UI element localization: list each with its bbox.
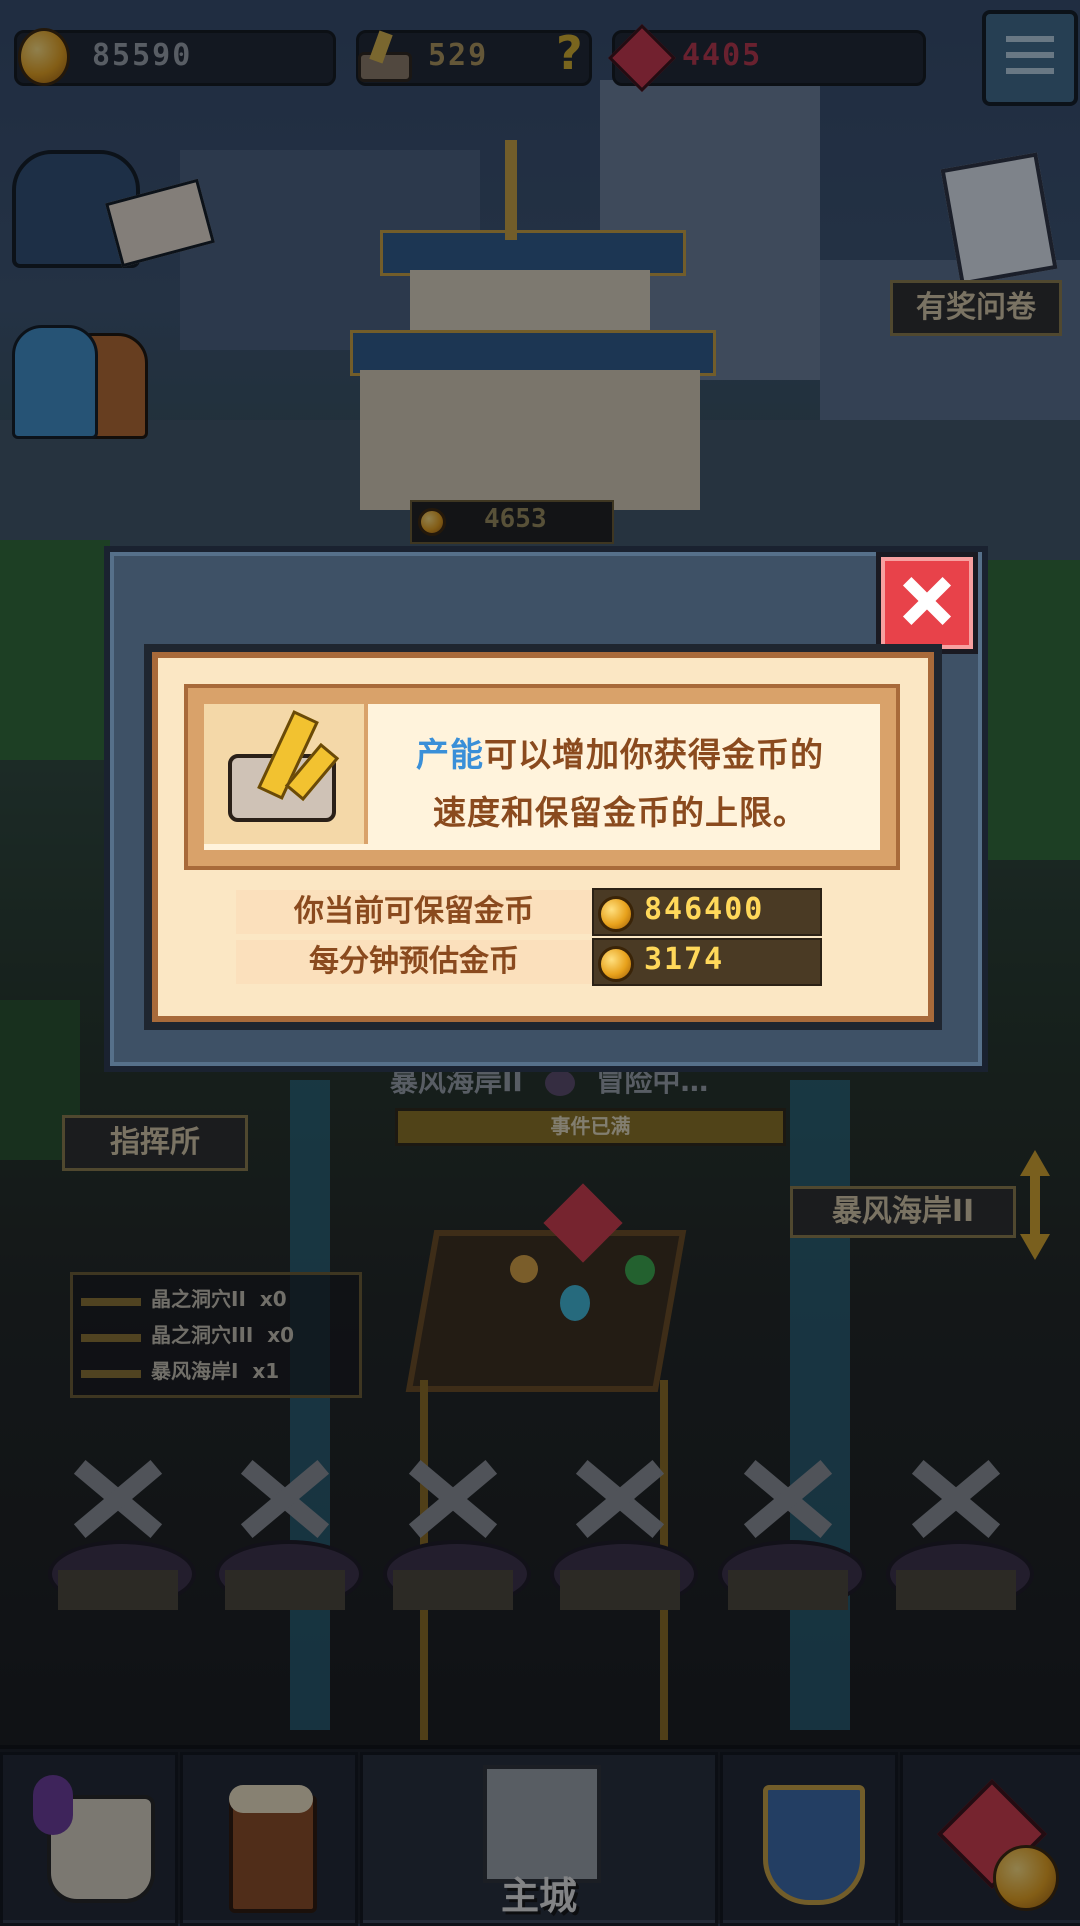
capacity-keyword: 产能 — [416, 735, 484, 774]
max-gold-label: 你当前可保留金币 — [236, 890, 592, 934]
gold-coin-icon — [598, 946, 634, 982]
gold-coin-icon — [598, 896, 634, 932]
gold-per-minute-label: 每分钟预估金币 — [236, 940, 592, 984]
capacity-icon-cell — [204, 704, 368, 844]
description-line-1-text: 可以增加你获得金币的 — [484, 735, 824, 774]
close-button[interactable] — [876, 552, 978, 654]
description-line-1: 产能可以增加你获得金币的 — [370, 728, 870, 776]
gold-per-minute-value: 3174 — [644, 942, 725, 977]
description-line-2: 速度和保留金币的上限。 — [433, 793, 807, 832]
max-gold-value: 846400 — [644, 892, 765, 927]
